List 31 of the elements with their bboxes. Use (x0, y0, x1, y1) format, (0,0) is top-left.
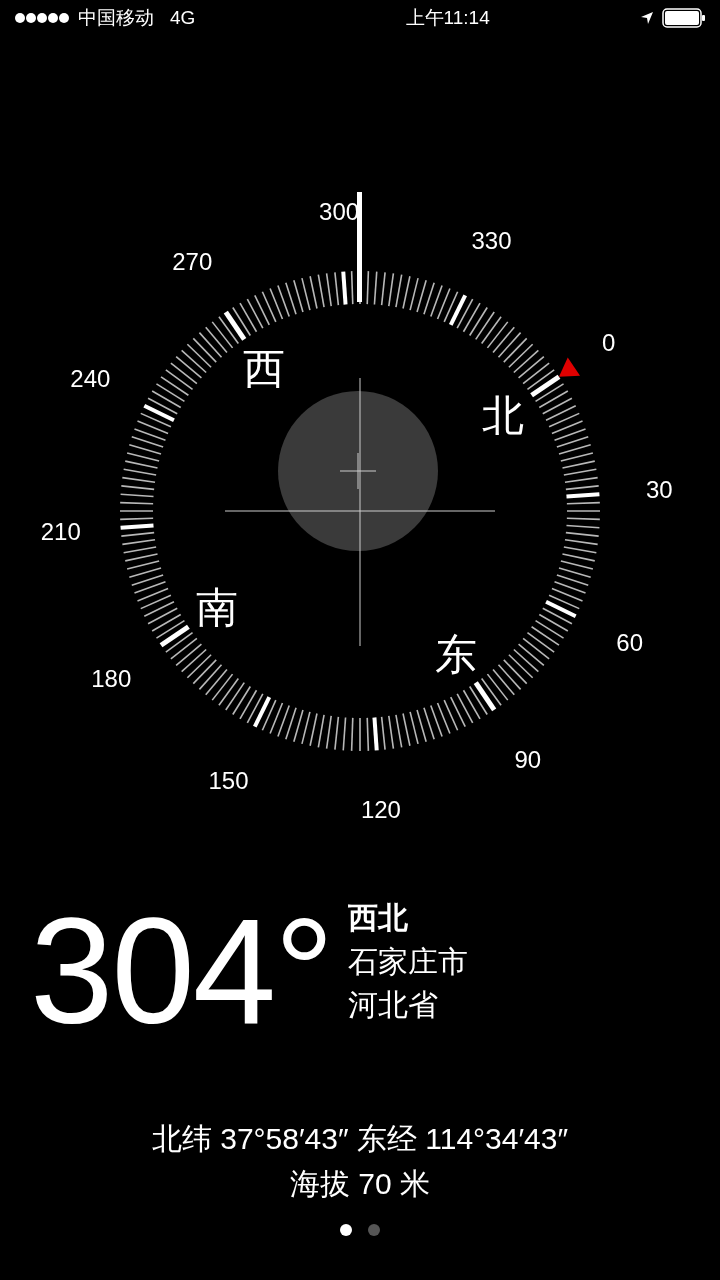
cardinal-label: 西 (242, 345, 285, 393)
degree-label: 90 (514, 745, 542, 773)
north-marker-icon (558, 357, 581, 377)
degree-label: 120 (360, 796, 401, 824)
carrier-name: 中国移动 (78, 5, 154, 30)
degree-label: 270 (172, 248, 213, 276)
heading-degrees: 304° (30, 896, 333, 1046)
page-indicator-dot[interactable] (340, 1224, 352, 1236)
location-arrow-icon (640, 11, 654, 25)
cardinal-label: 南 (196, 584, 239, 632)
status-time: 上午11:14 (405, 5, 490, 30)
network-type: 4G (170, 5, 196, 30)
degree-label: 240 (70, 365, 111, 393)
coordinates-label: 北纬 37°58′43″ 东经 114°34′43″ (151, 1121, 569, 1157)
province-label: 河北省 (348, 987, 440, 1023)
degree-label: 210 (40, 517, 81, 545)
degree-label: 150 (208, 766, 249, 794)
page-indicator-dot[interactable] (368, 1224, 380, 1236)
battery-icon (662, 8, 706, 28)
city-label: 石家庄市 (348, 943, 469, 980)
degree-label: 30 (645, 476, 673, 504)
signal-icon (14, 12, 70, 24)
degree-label: 300 (319, 197, 360, 225)
altitude-label: 海拔 70 米 (289, 1166, 430, 1202)
degree-label: 0 (602, 329, 616, 357)
direction-label: 西北 (348, 900, 410, 936)
degree-label: 330 (471, 227, 512, 255)
cardinal-label: 北 (481, 391, 524, 439)
cardinal-label: 东 (435, 630, 478, 678)
degree-label: 180 (91, 664, 132, 692)
degree-label: 60 (616, 628, 643, 656)
